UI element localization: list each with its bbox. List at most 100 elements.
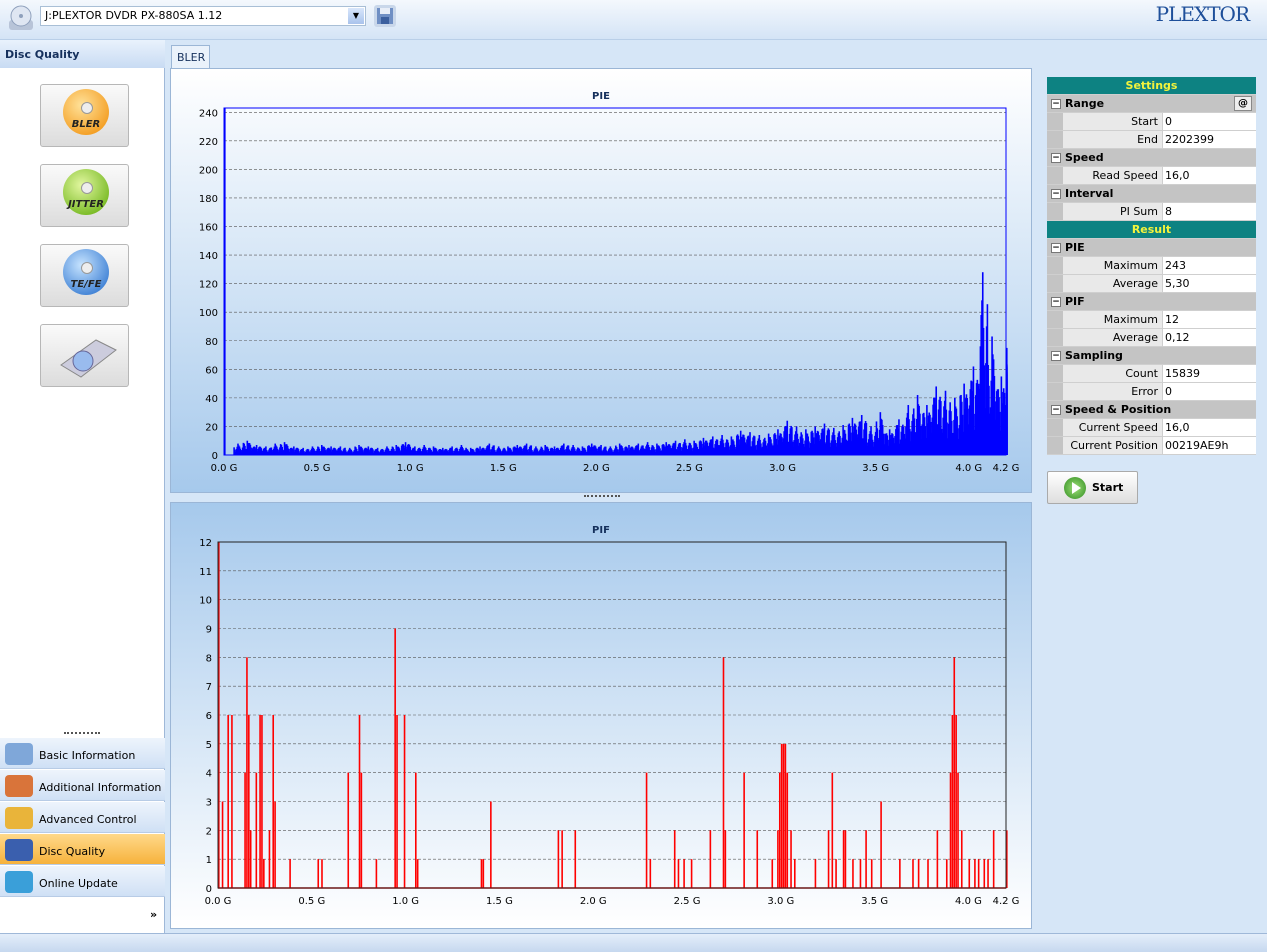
collapse-icon[interactable]: − — [1051, 351, 1061, 361]
pif-bar — [957, 772, 959, 888]
splitter-handle[interactable] — [584, 495, 620, 497]
more-chevron-icon[interactable]: » — [150, 908, 157, 921]
status-bar — [0, 933, 1267, 952]
settings-header: Settings — [1125, 79, 1178, 92]
y-tick-label: 6 — [206, 711, 212, 722]
property-value[interactable]: 243 — [1163, 257, 1256, 274]
x-tick-label: 1.0 G — [397, 463, 424, 474]
save-button[interactable] — [374, 5, 396, 27]
property-value[interactable]: 8 — [1163, 203, 1256, 220]
property-value[interactable]: 5,30 — [1163, 275, 1256, 292]
property-value[interactable]: 16,0 — [1163, 167, 1256, 184]
nav-item[interactable]: Disc Quality — [0, 834, 165, 865]
pif-bar — [574, 830, 577, 888]
y-tick-label: 5 — [206, 740, 212, 751]
x-tick-label: 4.2 G — [993, 896, 1020, 907]
nav-item-label: Additional Information — [39, 781, 162, 794]
collapse-icon[interactable]: − — [1051, 243, 1061, 253]
collapse-icon[interactable]: − — [1051, 153, 1061, 163]
property-value[interactable]: 15839 — [1163, 365, 1256, 382]
pif-chart: PIF01234567891011120.0 G 0.5 G 1.0 G 1.5 G2… — [199, 525, 1020, 907]
pif-bar — [786, 772, 789, 888]
pif-bar — [274, 801, 276, 888]
pif-bar — [852, 859, 854, 888]
property-label: End — [1063, 131, 1163, 148]
pif-bar — [415, 772, 417, 888]
x-tick-label: 2.0 G — [580, 896, 607, 907]
pif-bar — [557, 830, 560, 888]
y-tick-label: 160 — [199, 223, 218, 234]
y-tick-label: 10 — [199, 596, 212, 607]
property-value[interactable]: 2202399 — [1163, 131, 1256, 148]
property-value[interactable]: 00219AE9h — [1163, 437, 1256, 454]
drive-select-value: J:PLEXTOR DVDR PX-880SA 1.12 — [45, 9, 223, 22]
disc-icon: TE/FE — [63, 249, 109, 295]
chevron-down-icon[interactable]: ▼ — [348, 8, 364, 24]
x-tick-label: 3.0 G — [769, 463, 796, 474]
nav-item-label: Advanced Control — [39, 813, 137, 826]
property-group: − Range @ — [1047, 95, 1256, 113]
property-value[interactable]: 0 — [1163, 113, 1256, 130]
property-value[interactable]: 0,12 — [1163, 329, 1256, 346]
pif-bar — [690, 859, 693, 888]
pif-bar — [953, 657, 956, 888]
nav-item[interactable]: Additional Information — [0, 770, 165, 801]
pif-bar — [263, 859, 265, 888]
collapse-icon[interactable]: − — [1051, 405, 1061, 415]
property-row: Error 0 — [1047, 383, 1256, 401]
splitter-handle[interactable] — [64, 732, 100, 735]
disc-quality-icon — [5, 839, 33, 861]
x-tick-label: 3.5 G — [862, 463, 889, 474]
pie-chart-panel: PIE 0 20 40 60 80 100 120 140 160 180 200 220 240 0.0 … — [170, 68, 1032, 493]
pif-bar — [880, 801, 882, 888]
start-button[interactable]: Start — [1047, 471, 1138, 504]
pif-bar — [968, 859, 971, 888]
range-options-button[interactable]: @ — [1234, 96, 1252, 111]
x-tick-label: 1.5 G — [486, 896, 513, 907]
property-row: Average 0,12 — [1047, 329, 1256, 347]
plot-frame — [223, 107, 1007, 456]
pif-bar — [865, 830, 867, 888]
pif-bar — [375, 859, 378, 888]
pif-bar — [561, 830, 563, 888]
property-row: End 2202399 — [1047, 131, 1256, 149]
property-label: Read Speed — [1063, 167, 1163, 184]
tab-bler[interactable]: BLER — [171, 45, 210, 68]
pif-bar — [977, 859, 980, 888]
jitter-button[interactable]: JITTER — [40, 164, 129, 227]
pif-bar — [677, 859, 680, 888]
pif-chart-panel: PIF 0 1 2 3 4 5 6 7 8 9 10 11 12 0.0 G 0.5 G 1.0 G 1.5 G2… — [170, 502, 1032, 929]
pif-bar — [347, 772, 350, 888]
property-value[interactable]: 12 — [1163, 311, 1256, 328]
pif-bar — [778, 772, 781, 888]
pif-bar — [249, 830, 252, 888]
nav-item[interactable]: Advanced Control — [0, 802, 165, 833]
drive-tray-icon — [60, 339, 117, 378]
property-group: − PIF — [1047, 293, 1256, 311]
collapse-icon[interactable]: − — [1051, 99, 1061, 109]
eject-drive-button[interactable] — [40, 324, 129, 387]
nav-item[interactable]: Basic Information — [0, 738, 165, 769]
x-tick-label: 4.0 G — [955, 896, 982, 907]
nav-item[interactable]: Online Update — [0, 866, 165, 897]
drive-select[interactable]: J:PLEXTOR DVDR PX-880SA 1.12 ▼ — [40, 6, 366, 26]
property-row: Count 15839 — [1047, 365, 1256, 383]
y-tick-label: 60 — [205, 365, 218, 376]
y-tick-label: 180 — [199, 194, 218, 205]
collapse-icon[interactable]: − — [1051, 297, 1061, 307]
property-value[interactable]: 16,0 — [1163, 419, 1256, 436]
floppy-icon — [377, 8, 393, 24]
property-row: Current Position 00219AE9h — [1047, 437, 1256, 455]
tefe-button[interactable]: TE/FE — [40, 244, 129, 307]
property-label: Average — [1063, 275, 1163, 292]
property-group: − Interval — [1047, 185, 1256, 203]
collapse-icon[interactable]: − — [1051, 189, 1061, 199]
pif-bar — [673, 830, 676, 888]
property-value[interactable]: 0 — [1163, 383, 1256, 400]
group-label: PIF — [1065, 295, 1085, 308]
pif-bar — [321, 859, 323, 888]
property-row: Maximum 243 — [1047, 257, 1256, 275]
bler-button[interactable]: BLER — [40, 84, 129, 147]
pif-bar — [259, 715, 261, 888]
property-row: Average 5,30 — [1047, 275, 1256, 293]
